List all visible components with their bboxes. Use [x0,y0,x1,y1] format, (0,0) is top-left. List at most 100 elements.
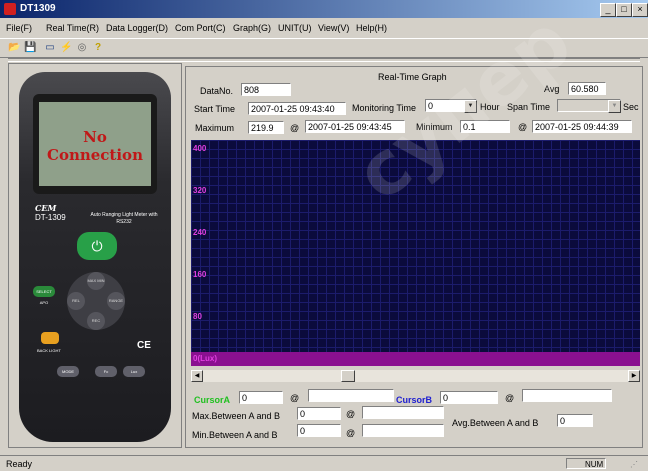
monitoring-time-value: 0 [428,101,434,111]
menu-data-logger[interactable]: Data Logger(D) [106,23,168,33]
min-between-at-label: @ [346,428,356,438]
hour-label: Hour [480,102,500,112]
fc-button: Fc [95,366,117,377]
menu-real-time[interactable]: Real Time(R) [46,23,99,33]
save-icon[interactable]: 💾 [24,42,36,54]
max-min-button: MAX MIN [87,272,105,290]
status-bar: Ready NUM ⋰ [0,455,648,471]
max-between-label: Max.Between A and B [192,411,281,421]
cursor-b-field[interactable]: 0 [440,391,498,404]
disconnect-icon[interactable]: ◎ [76,42,88,54]
app-icon [4,3,16,15]
avg-label: Avg [544,84,560,94]
connect-icon[interactable]: ⚡ [60,42,72,54]
min-between-label: Min.Between A and B [192,430,278,440]
avg-between-label: Avg.Between A and B [452,418,539,428]
meter-display-frame: No Connection [33,94,157,194]
avg-between-field[interactable]: 0 [557,414,593,427]
y-tick-240: 240 [193,228,207,237]
start-time-label: Start Time [194,104,236,114]
cursor-a-at-label: @ [290,393,300,403]
toolbar-separator [8,58,640,62]
plot-zero-band [191,352,640,366]
y-tick-80: 80 [193,312,202,321]
meter-model: DT-1309 [35,213,66,222]
max-between-field[interactable]: 0 [297,407,341,420]
menu-view[interactable]: View(V) [318,23,349,33]
plot-scrollbar[interactable]: ◀ ▶ [191,370,640,382]
toolbar: 📂 💾 ▭ ⚡ ◎ ? [0,38,648,58]
maximize-button[interactable]: □ [616,3,632,17]
minimum-label: Minimum [416,122,453,132]
window-title: DT1309 [20,3,56,14]
cursor-b-time-field[interactable] [522,389,612,402]
minimum-field[interactable]: 0.1 [460,120,510,133]
max-between-at-label: @ [346,409,356,419]
navigation-pad: MAX MIN REL RANGE REC [67,272,125,330]
cursor-b-label: CursorB [396,395,433,405]
min-between-field[interactable]: 0 [297,424,341,437]
num-lock-indicator: NUM [566,458,606,469]
y-tick-320: 320 [193,186,207,195]
meter-lcd: No Connection [39,102,151,186]
data-no-label: DataNo. [200,86,234,96]
maximum-label: Maximum [195,123,235,133]
menu-graph[interactable]: Graph(G) [233,23,271,33]
monitoring-dropdown-icon[interactable]: ▼ [464,100,477,113]
cursor-b-at-label: @ [505,393,515,403]
resize-grip-icon[interactable]: ⋰ [630,460,638,469]
status-text: Ready [6,459,33,469]
menu-file[interactable]: File(F) [6,23,32,33]
mode-button: MODE [57,366,79,377]
backlight-button [41,332,59,344]
open-icon[interactable]: 📂 [8,42,20,54]
meter-brand: CEM DT-1309 [35,203,66,223]
graph-frame-title: Real-Time Graph [378,72,447,82]
minimum-at-label: @ [518,122,528,132]
scroll-thumb[interactable] [341,370,355,382]
menu-help[interactable]: Help(H) [356,23,387,33]
rel-button: REL [67,292,85,310]
help-icon[interactable]: ? [92,42,104,54]
range-button: RANGE [107,292,125,310]
print-icon[interactable]: ▭ [44,42,56,54]
start-time-field[interactable]: 2007-01-25 09:43:40 [248,102,346,115]
lux-button: Lux [123,366,145,377]
monitoring-time-label: Monitoring Time [352,103,417,113]
min-between-time-field[interactable] [362,424,444,437]
avg-field[interactable]: 60.580 [568,82,606,95]
maximum-time-field[interactable]: 2007-01-25 09:43:45 [305,120,405,133]
data-no-field[interactable]: 808 [241,83,291,96]
y-tick-160: 160 [193,270,207,279]
menu-unit[interactable]: UNIT(U) [278,23,312,33]
menu-com-port[interactable]: Com Port(C) [175,23,226,33]
maximum-field[interactable]: 219.9 [248,121,284,134]
scroll-right-icon[interactable]: ▶ [628,370,640,382]
y-tick-0: 0(Lux) [193,354,217,363]
backlight-label: BACK LIGHT [37,348,61,353]
ce-mark: CE [137,340,151,351]
brand-logo: CEM [35,203,57,213]
power-button: ⏻ [77,232,117,260]
minimum-time-field[interactable]: 2007-01-25 09:44:39 [532,120,632,133]
cursor-a-label: CursorA [194,395,231,405]
rec-button: REC [87,312,105,330]
meter-panel: No Connection CEM DT-1309 Auto Ranging L… [8,63,182,448]
span-time-label: Span Time [507,102,551,112]
select-apo-button: SELECT APO [33,286,55,305]
y-tick-400: 400 [193,144,207,153]
span-dropdown-icon[interactable]: ▼ [608,100,621,113]
close-button[interactable]: × [632,3,648,17]
scroll-left-icon[interactable]: ◀ [191,370,203,382]
meter-description: Auto Ranging Light Meter with RS232 [90,212,158,225]
max-between-time-field[interactable] [362,406,444,419]
cursor-a-time-field[interactable] [308,389,394,402]
maximum-at-label: @ [290,123,300,133]
cursor-a-field[interactable]: 0 [239,391,283,404]
title-bar: DT1309 _ □ × [0,0,648,18]
minimize-button[interactable]: _ [600,3,616,17]
real-time-plot[interactable] [191,140,640,366]
meter-image: No Connection CEM DT-1309 Auto Ranging L… [19,72,171,442]
no-connection-text: No Connection [47,128,143,164]
menu-bar: File(F) Real Time(R) Data Logger(D) Com … [0,20,648,36]
